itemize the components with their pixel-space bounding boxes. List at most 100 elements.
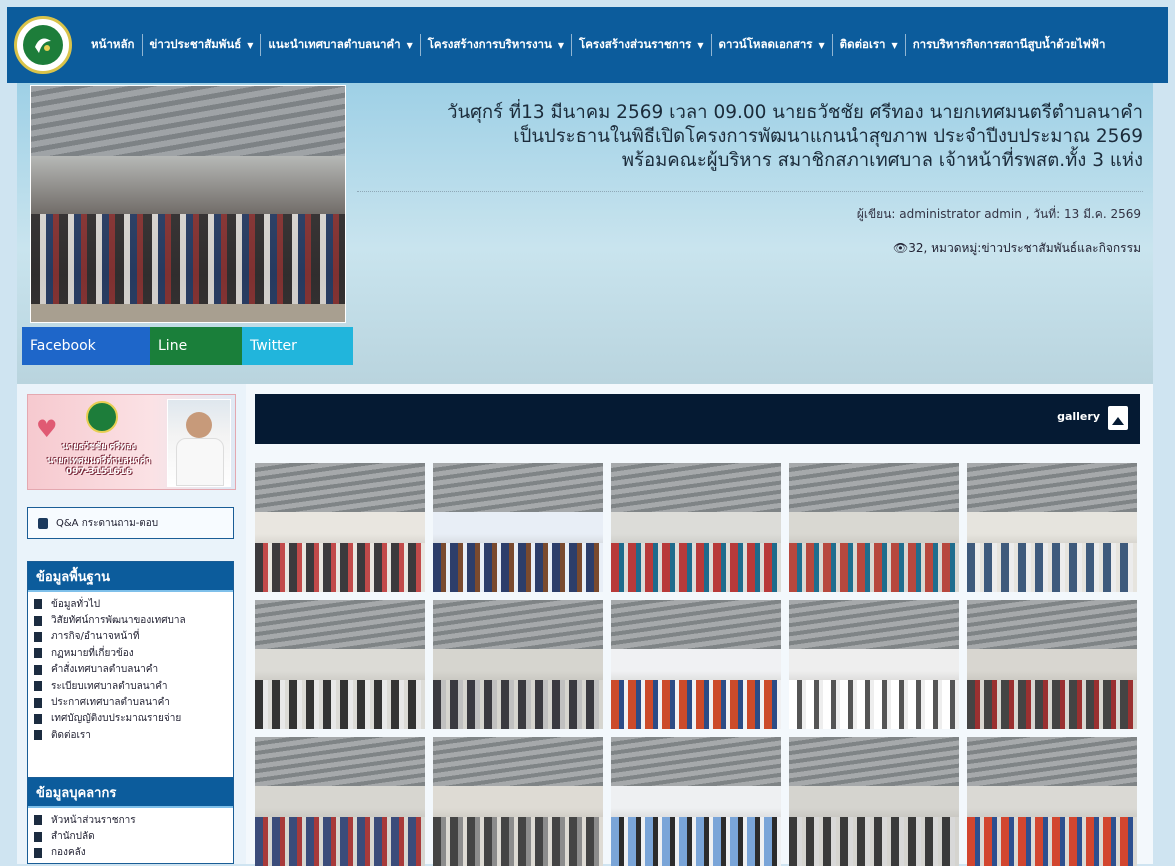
sidebar-link[interactable]: กฏหมายที่เกี่ยวข้อง	[34, 645, 227, 661]
basic-info-list: ข้อมูลทั่วไปวิสัยทัศน์การพัฒนาของเทศบาลภ…	[28, 592, 233, 748]
nav-item[interactable]: การบริหารกิจการสถานีสูบน้ำด้วยไฟฟ้า	[906, 34, 1113, 56]
sidebar-link-label: สำนักปลัด	[51, 831, 95, 843]
chevron-down-icon: ▼	[818, 40, 825, 50]
basic-info-box: ข้อมูลพื้นฐาน ข้อมูลทั่วไปวิสัยทัศน์การพ…	[27, 561, 234, 781]
basic-info-title: ข้อมูลพื้นฐาน	[28, 562, 233, 592]
divider	[357, 191, 1143, 192]
sidebar-link-label: ติดต่อเรา	[51, 729, 91, 741]
mayor-photo	[167, 399, 231, 487]
top-nav: หน้าหลัก ข่าวประชาสัมพันธ์ ▼ แนะนำเทศบาลตำบ…	[7, 7, 1168, 83]
nav-item-label: ดาวน์โหลดเอกสาร	[718, 37, 813, 51]
logo-emblem-icon	[23, 25, 63, 65]
qa-board-label: Q&A กระดานถาม-ตอบ	[56, 517, 159, 529]
document-icon	[34, 831, 42, 842]
gallery-thumbnail[interactable]	[967, 737, 1137, 866]
headline-line: เป็นประธานในพิธีเปิดโครงการพัฒนาแกนนำสุข…	[513, 126, 1143, 147]
document-icon	[34, 648, 42, 659]
gallery-grid	[255, 463, 1137, 866]
news-category[interactable]: 32, หมวดหมู่:ข่าวประชาสัมพันธ์และกิจกรรม	[908, 241, 1141, 255]
sidebar-link-label: เทศบัญญัติงบประมาณรายจ่าย	[51, 713, 182, 725]
mayor-phone: 097-3151616	[65, 467, 133, 477]
gallery-thumbnail[interactable]	[255, 737, 425, 866]
sidebar-link[interactable]: หัวหน้าส่วนราชการ	[34, 812, 227, 828]
share-buttons: Facebook Line Twitter	[22, 327, 353, 365]
seal-icon	[86, 401, 118, 433]
sidebar-link[interactable]: กองคลัง	[34, 845, 227, 861]
sidebar-link-label: ระเบียบเทศบาลตำบลนาคำ	[51, 680, 168, 692]
gallery-thumbnail[interactable]	[255, 600, 425, 729]
gallery-thumbnail[interactable]	[433, 463, 603, 592]
share-twitter-button[interactable]: Twitter	[242, 327, 353, 365]
gallery-section: gallery	[246, 384, 1153, 866]
document-icon	[34, 615, 42, 626]
sidebar-link[interactable]: ติดต่อเรา	[34, 727, 227, 743]
gallery-thumbnail[interactable]	[433, 600, 603, 729]
sidebar-link-label: ประกาศเทศบาลตำบลนาคำ	[51, 697, 170, 709]
nav-item[interactable]: หน้าหลัก	[84, 34, 143, 56]
gallery-thumbnail[interactable]	[611, 600, 781, 729]
sidebar-link[interactable]: สำนักปลัด	[34, 828, 227, 844]
chevron-down-icon: ▼	[891, 40, 898, 50]
headline-line: พร้อมคณะผู้บริหาร สมาชิกสภาเทศบาล เจ้าหน…	[621, 150, 1143, 171]
chevron-down-icon: ▼	[557, 40, 565, 50]
news-author-date: ผู้เขียน: administrator admin , วันที่: …	[856, 207, 1141, 221]
sidebar-link-label: ข้อมูลทั่วไป	[51, 598, 101, 610]
sidebar-link-label: กองคลัง	[51, 847, 86, 859]
personnel-info-list: หัวหน้าส่วนราชการสำนักปลัดกองคลัง	[28, 808, 233, 865]
nav-item[interactable]: โครงสร้างการบริหารงาน ▼	[421, 34, 573, 56]
gallery-thumbnail[interactable]	[789, 600, 959, 729]
mayor-banner[interactable]: ♥ นายธวัชชัย ศรีทอง นายกเทศมนตรีตำบลนาคำ…	[27, 394, 236, 490]
gallery-thumbnail[interactable]	[967, 600, 1137, 729]
qa-board-link[interactable]: Q&A กระดานถาม-ตอบ	[27, 507, 234, 539]
featured-news-photo[interactable]	[30, 85, 346, 323]
comment-icon	[38, 517, 48, 529]
document-icon	[34, 730, 42, 741]
gallery-thumbnail[interactable]	[967, 463, 1137, 592]
share-line-button[interactable]: Line	[150, 327, 242, 365]
nav-item[interactable]: ติดต่อเรา ▼	[833, 34, 906, 56]
sidebar-link[interactable]: ประกาศเทศบาลตำบลนาคำ	[34, 694, 227, 710]
mayor-position: นายกเทศมนตรีตำบลนาคำ	[47, 456, 151, 466]
image-file-icon	[1108, 406, 1128, 430]
sidebar-link[interactable]: ภารกิจ/อำนาจหน้าที่	[34, 629, 227, 645]
gallery-thumbnail[interactable]	[611, 463, 781, 592]
sidebar-link[interactable]: เทศบัญญัติงบประมาณรายจ่าย	[34, 711, 227, 727]
nav-item-label: แนะนำเทศบาลตำบลนาคำ	[268, 37, 401, 51]
nav-item-label: หน้าหลัก	[91, 37, 135, 51]
eye-icon: 👁	[893, 241, 909, 255]
document-icon	[34, 815, 42, 826]
headline-line: วันศุกร์ ที่13 มีนาคม 2569 เวลา 09.00 นา…	[447, 102, 1143, 123]
sidebar-link[interactable]: วิสัยทัศน์การพัฒนาของเทศบาล	[34, 612, 227, 628]
nav-item[interactable]: โครงสร้างส่วนราชการ ▼	[572, 34, 712, 56]
gallery-header: gallery	[255, 394, 1140, 444]
nav-item-label: ข่าวประชาสัมพันธ์	[149, 37, 242, 51]
nav-item-label: โครงสร้างส่วนราชการ	[579, 37, 692, 51]
gallery-thumbnail[interactable]	[611, 737, 781, 866]
gallery-thumbnail[interactable]	[789, 463, 959, 592]
personnel-info-box: ข้อมูลบุคลากร หัวหน้าส่วนราชการ สำนักปลัด…	[27, 777, 234, 864]
document-icon	[34, 664, 42, 675]
nav-item[interactable]: แนะนำเทศบาลตำบลนาคำ ▼	[261, 34, 421, 56]
share-facebook-button[interactable]: Facebook	[22, 327, 150, 365]
main-menu: หน้าหลัก ข่าวประชาสัมพันธ์ ▼ แนะนำเทศบาลตำบ…	[84, 7, 1112, 83]
news-headline[interactable]: วันศุกร์ ที่13 มีนาคม 2569 เวลา 09.00 นา…	[353, 101, 1143, 173]
nav-item[interactable]: ข่าวประชาสัมพันธ์ ▼	[143, 34, 262, 56]
document-icon	[34, 697, 42, 708]
left-sidebar: ♥ นายธวัชชัย ศรีทอง นายกเทศมนตรีตำบลนาคำ…	[17, 384, 246, 864]
gallery-thumbnail[interactable]	[255, 463, 425, 592]
news-views-category: 👁32, หมวดหมู่:ข่าวประชาสัมพันธ์และกิจกรร…	[893, 239, 1141, 258]
municipality-logo[interactable]	[14, 16, 72, 74]
chevron-down-icon: ▼	[406, 40, 413, 50]
sidebar-link[interactable]: คำสั่งเทศบาลตำบลนาคำ	[34, 662, 227, 678]
nav-item[interactable]: ดาวน์โหลดเอกสาร ▼	[712, 34, 833, 56]
nav-item-label: โครงสร้างการบริหารงาน	[427, 37, 552, 51]
document-icon	[34, 681, 42, 692]
sidebar-link[interactable]: ข้อมูลทั่วไป	[34, 596, 227, 612]
sidebar-link[interactable]: ระเบียบเทศบาลตำบลนาคำ	[34, 678, 227, 694]
chevron-down-icon: ▼	[697, 40, 704, 50]
sidebar-link-label: ภารกิจ/อำนาจหน้าที่	[51, 631, 140, 643]
document-icon	[34, 631, 42, 642]
gallery-thumbnail[interactable]	[789, 737, 959, 866]
chevron-down-icon: ▼	[247, 40, 254, 50]
gallery-thumbnail[interactable]	[433, 737, 603, 866]
